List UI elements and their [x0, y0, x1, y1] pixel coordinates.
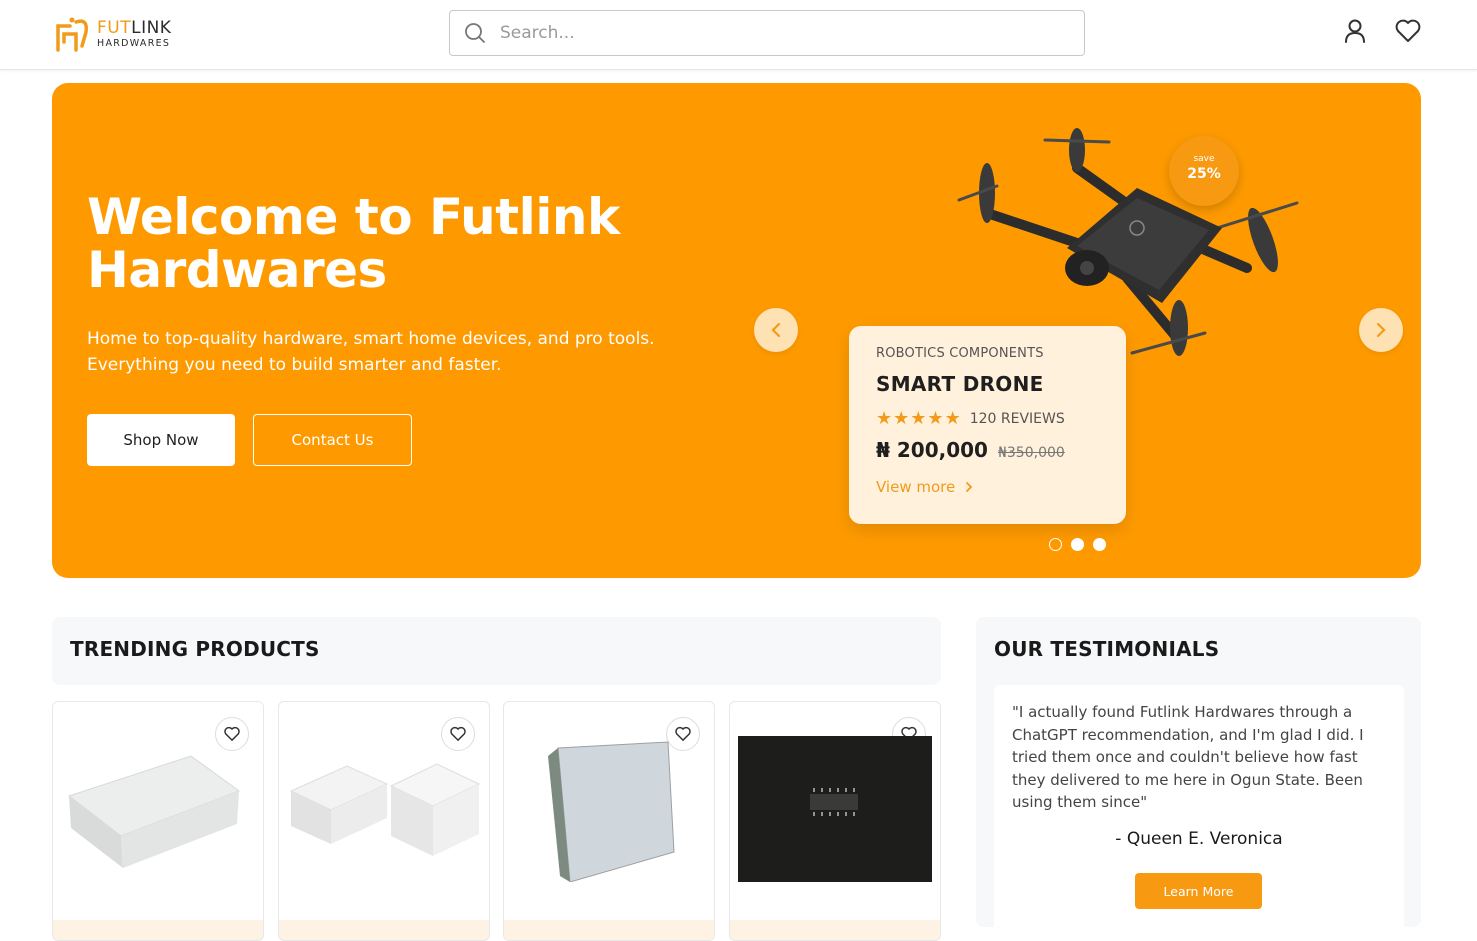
product-card[interactable]: [278, 701, 490, 941]
product-card-footer: [53, 920, 263, 940]
featured-product-card: ROBOTICS COMPONENTS SMART DRONE ★ ★ ★ ★ …: [849, 326, 1126, 524]
contact-us-button[interactable]: Contact Us: [253, 414, 412, 466]
chevron-right-icon: [966, 482, 973, 492]
shop-now-button[interactable]: Shop Now: [87, 414, 235, 466]
site-header: FUTLINK HARDWARES: [0, 0, 1477, 70]
product-image: [289, 763, 481, 856]
product-price: ₦ 200,000 ₦350,000: [876, 438, 1065, 462]
review-count: 120 REVIEWS: [969, 411, 1065, 427]
logo-mark-icon: [56, 17, 89, 52]
carousel-dot[interactable]: [1093, 538, 1106, 551]
hero-title: Welcome to Futlink Hardwares: [87, 191, 707, 297]
hero-subtitle: Home to top-quality hardware, smart home…: [87, 329, 655, 375]
trending-header: TRENDING PRODUCTS: [52, 617, 941, 685]
star-icon: ★: [927, 408, 944, 429]
star-icon: ★: [876, 408, 893, 429]
product-card[interactable]: [503, 701, 715, 941]
testimonials-title: OUR TESTIMONIALS: [994, 637, 1220, 661]
heart-icon: [1395, 19, 1421, 42]
carousel-prev-button[interactable]: [754, 308, 798, 352]
product-card[interactable]: [729, 701, 941, 941]
product-image: [548, 741, 675, 882]
view-more-label: View more: [876, 478, 956, 496]
account-button[interactable]: [1340, 16, 1370, 46]
save-badge-label: save: [1193, 154, 1215, 164]
star-icon: ★: [944, 408, 961, 429]
logo[interactable]: FUTLINK HARDWARES: [52, 12, 192, 56]
hero-title-line2: Hardwares: [87, 241, 387, 299]
drone-product-image: [957, 128, 1299, 356]
logo-subtitle: HARDWARES: [97, 37, 171, 49]
product-name: SMART DRONE: [876, 372, 1044, 396]
carousel-indicators: [1049, 538, 1115, 551]
view-more-link[interactable]: View more: [876, 478, 979, 496]
star-icon: ★: [910, 408, 927, 429]
save-badge-value: 25%: [1187, 166, 1221, 182]
chevron-right-icon: [1376, 322, 1386, 338]
hero-banner: Welcome to Futlink Hardwares Home to top…: [52, 83, 1421, 578]
logo-name-part1: FUT: [97, 17, 132, 38]
user-icon: [1345, 19, 1365, 43]
trending-title: TRENDING PRODUCTS: [70, 637, 320, 661]
product-category: ROBOTICS COMPONENTS: [876, 346, 1044, 361]
logo-name-part2: LINK: [131, 17, 172, 38]
current-price: ₦ 200,000: [876, 438, 988, 462]
product-image: [738, 736, 932, 882]
learn-more-button[interactable]: Learn More: [1135, 873, 1262, 909]
logo-text: FUTLINK HARDWARES: [97, 17, 172, 49]
wishlist-button[interactable]: [1393, 16, 1423, 46]
star-icon: ★: [893, 408, 910, 429]
search-bar[interactable]: [449, 10, 1085, 56]
testimonial-author: - Queen E. Veronica: [1115, 829, 1283, 849]
product-card-footer: [279, 920, 489, 940]
save-badge: save 25%: [1169, 136, 1239, 206]
search-icon: [465, 23, 485, 43]
old-price: ₦350,000: [997, 445, 1065, 461]
product-image: [67, 755, 241, 868]
testimonial-quote: "I actually found Futlink Hardwares thro…: [1012, 703, 1364, 811]
product-card-footer: [730, 920, 940, 940]
product-card-footer: [504, 920, 714, 940]
testimonial-card: "I actually found Futlink Hardwares thro…: [994, 685, 1404, 935]
search-input[interactable]: [500, 23, 1060, 43]
product-card[interactable]: [52, 701, 264, 941]
carousel-dot[interactable]: [1071, 538, 1084, 551]
hero-title-line1: Welcome to Futlink: [87, 188, 620, 246]
carousel-next-button[interactable]: [1359, 308, 1403, 352]
testimonials-section: OUR TESTIMONIALS "I actually found Futli…: [976, 617, 1421, 935]
testimonials-header: OUR TESTIMONIALS: [976, 617, 1421, 685]
chevron-left-icon: [771, 322, 781, 338]
carousel-dot[interactable]: [1049, 538, 1062, 551]
product-rating: ★ ★ ★ ★ ★ 120 REVIEWS: [876, 410, 1065, 428]
